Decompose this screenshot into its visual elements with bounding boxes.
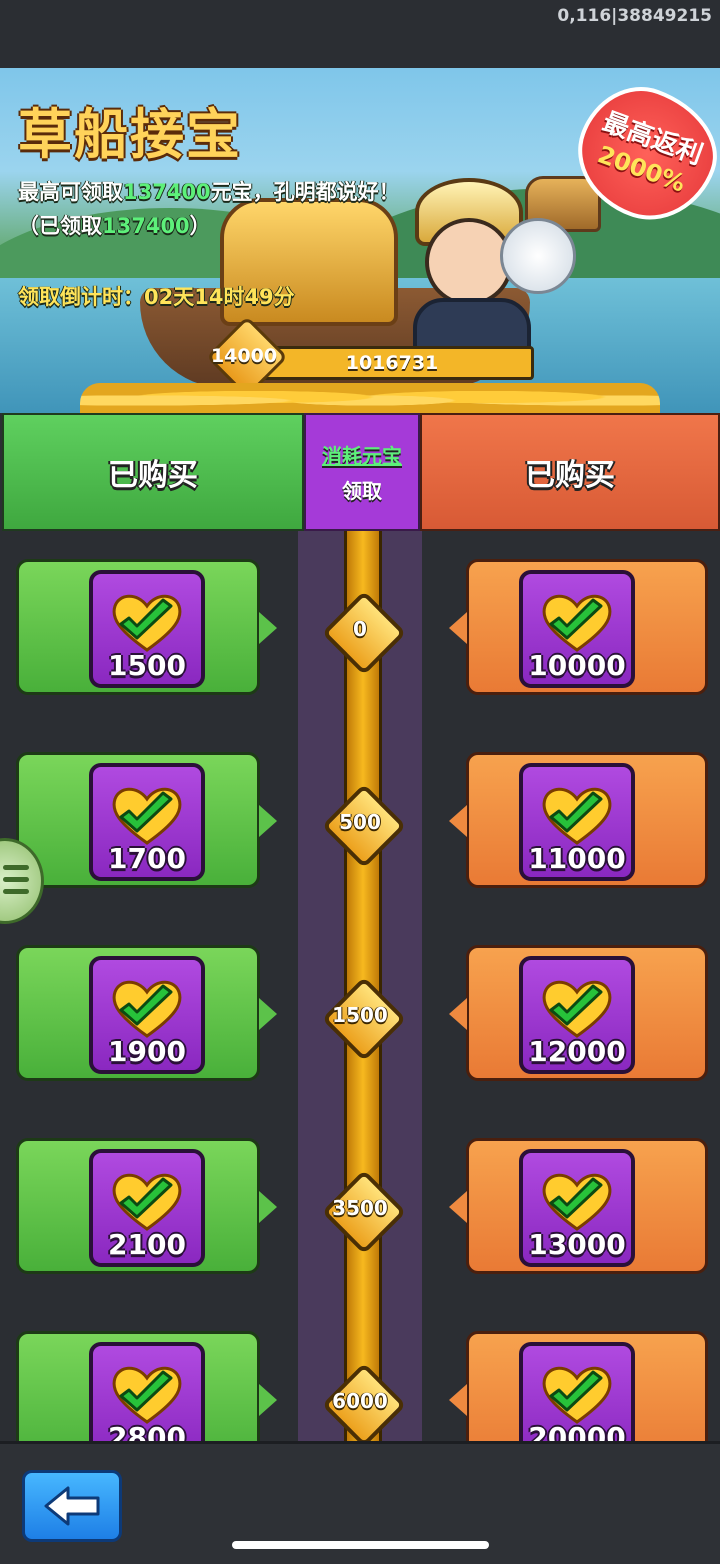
feather-fan-icon bbox=[500, 218, 576, 294]
right-reward-value: 10000 bbox=[528, 649, 626, 682]
progress-gem-value: 14000 bbox=[210, 345, 278, 367]
left-tier-card[interactable]: 2800 bbox=[16, 1331, 277, 1441]
event-subtitle: 最高可领取137400元宝，孔明都说好！ bbox=[18, 180, 400, 204]
event-banner: 草船接宝 最高可领取137400元宝，孔明都说好！ （已领取137400） 领取… bbox=[0, 68, 720, 413]
reward-item: 1900 bbox=[89, 956, 205, 1074]
claim-header: 消耗元宝 领取 bbox=[304, 413, 420, 531]
right-tier-header: 已购买 bbox=[420, 413, 720, 531]
consume-ingot-label: 消耗元宝 bbox=[322, 444, 402, 468]
left-reward-value: 1500 bbox=[108, 649, 186, 682]
gold-heart-check-icon bbox=[539, 592, 615, 652]
threshold-node: 1500 bbox=[321, 976, 407, 1062]
right-tier-status: 已购买 bbox=[525, 458, 615, 493]
left-reward-value: 1700 bbox=[108, 842, 186, 875]
status-text: 0,116|38849215 bbox=[557, 6, 712, 26]
back-arrow-icon bbox=[44, 1486, 100, 1526]
left-reward-value: 2100 bbox=[108, 1228, 186, 1261]
reward-item: 11000 bbox=[519, 763, 635, 881]
progress-value: 1016731 bbox=[345, 352, 439, 374]
threshold-value: 500 bbox=[339, 810, 381, 834]
right-tier-card[interactable]: 11000 bbox=[449, 752, 708, 888]
gold-heart-check-icon bbox=[539, 785, 615, 845]
back-button[interactable] bbox=[22, 1470, 122, 1542]
tier-header: 已购买 消耗元宝 领取 已购买 bbox=[0, 411, 720, 531]
right-reward-value: 20000 bbox=[528, 1421, 626, 1441]
threshold-value: 6000 bbox=[332, 1389, 388, 1413]
reward-item: 10000 bbox=[519, 570, 635, 688]
claimed-text: （已领取137400） bbox=[18, 214, 211, 238]
left-tier-card[interactable]: 2100 bbox=[16, 1138, 277, 1274]
right-tier-card[interactable]: 12000 bbox=[449, 945, 708, 1081]
reward-row: 1500 0 10000 bbox=[0, 559, 720, 695]
reward-item: 2100 bbox=[89, 1149, 205, 1267]
gold-heart-check-icon bbox=[539, 1171, 615, 1231]
left-tier-header: 已购买 bbox=[2, 413, 304, 531]
right-tier-card[interactable]: 13000 bbox=[449, 1138, 708, 1274]
status-bar: 0,116|38849215 bbox=[0, 0, 720, 68]
event-title: 草船接宝 bbox=[18, 103, 242, 166]
right-tier-card[interactable]: 10000 bbox=[449, 559, 708, 695]
right-reward-value: 13000 bbox=[528, 1228, 626, 1261]
threshold-node: 0 bbox=[321, 590, 407, 676]
reward-row: 1700 500 11000 bbox=[0, 752, 720, 888]
gold-heart-check-icon bbox=[539, 1364, 615, 1424]
claimed-amount: 137400 bbox=[102, 214, 190, 238]
reward-item: 1700 bbox=[89, 763, 205, 881]
gold-heart-check-icon bbox=[539, 978, 615, 1038]
reward-item: 13000 bbox=[519, 1149, 635, 1267]
left-tier-card[interactable]: 1900 bbox=[16, 945, 277, 1081]
reward-row: 2100 3500 13000 bbox=[0, 1138, 720, 1274]
gold-heart-check-icon bbox=[109, 785, 185, 845]
threshold-value: 3500 bbox=[332, 1196, 388, 1220]
reward-item: 2800 bbox=[89, 1342, 205, 1441]
reward-row: 1900 1500 12000 bbox=[0, 945, 720, 1081]
reward-list[interactable]: 1500 0 10000 1700 500 11000 1900 1500 12000 2100 3… bbox=[0, 531, 720, 1441]
gold-heart-check-icon bbox=[109, 1364, 185, 1424]
progress-bar: 1016731 bbox=[250, 346, 534, 380]
reward-item: 20000 bbox=[519, 1342, 635, 1441]
max-amount: 137400 bbox=[123, 180, 211, 204]
left-reward-value: 1900 bbox=[108, 1035, 186, 1068]
right-reward-value: 11000 bbox=[528, 842, 626, 875]
threshold-node: 6000 bbox=[321, 1362, 407, 1441]
home-indicator bbox=[232, 1541, 489, 1549]
threshold-node: 3500 bbox=[321, 1169, 407, 1255]
reward-row: 2800 6000 20000 bbox=[0, 1331, 720, 1441]
gold-ingots-illustration bbox=[80, 383, 660, 413]
gold-heart-check-icon bbox=[109, 592, 185, 652]
gold-heart-check-icon bbox=[109, 978, 185, 1038]
threshold-node: 500 bbox=[321, 783, 407, 869]
right-reward-value: 12000 bbox=[528, 1035, 626, 1068]
countdown-timer: 领取倒计时：02天14时49分 bbox=[18, 285, 295, 309]
left-tier-card[interactable]: 1500 bbox=[16, 559, 277, 695]
gold-heart-check-icon bbox=[109, 1171, 185, 1231]
left-reward-value: 2800 bbox=[108, 1421, 186, 1441]
left-tier-card[interactable]: 1700 bbox=[16, 752, 277, 888]
right-tier-card[interactable]: 20000 bbox=[449, 1331, 708, 1441]
threshold-value: 1500 bbox=[332, 1003, 388, 1027]
reward-item: 12000 bbox=[519, 956, 635, 1074]
bottom-bar bbox=[0, 1441, 720, 1564]
reward-item: 1500 bbox=[89, 570, 205, 688]
left-tier-status: 已购买 bbox=[108, 458, 198, 493]
claim-label: 领取 bbox=[342, 479, 382, 503]
threshold-value: 0 bbox=[353, 617, 367, 641]
